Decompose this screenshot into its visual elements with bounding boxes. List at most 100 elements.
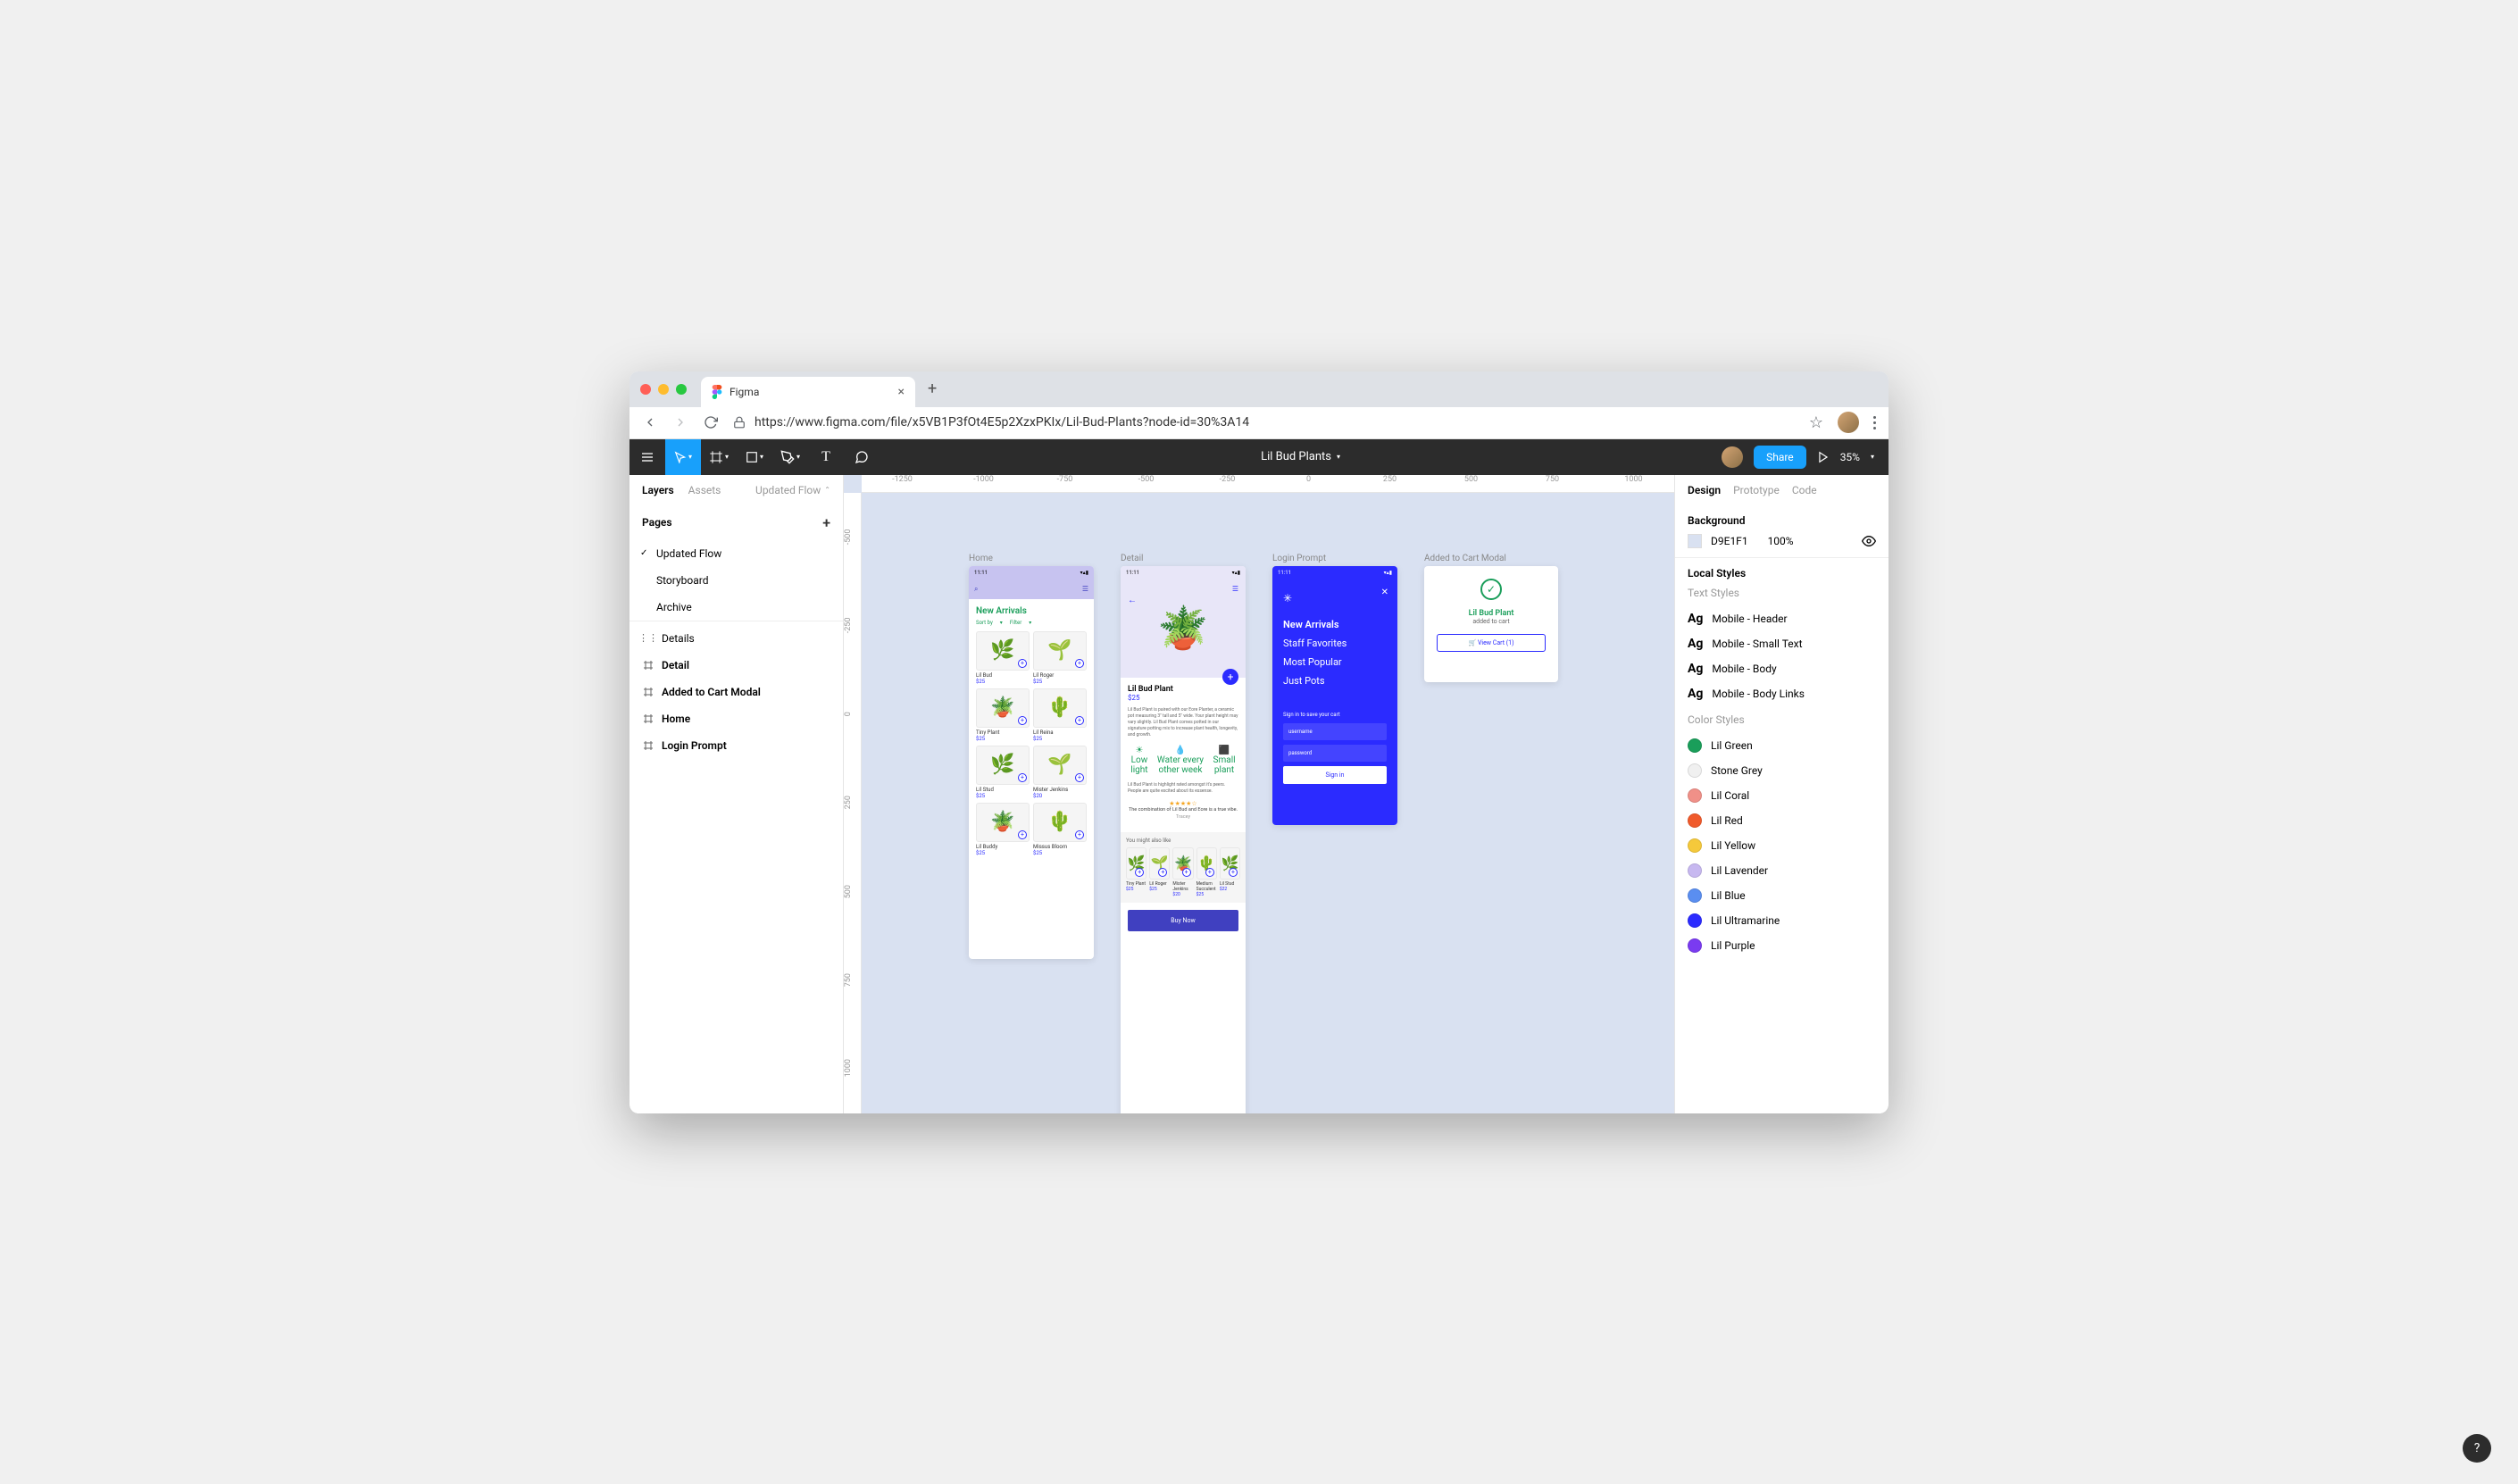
right-panel: Design Prototype Code Background D9E1F1 … (1674, 475, 1888, 1113)
frame-tool[interactable]: ▾ (701, 439, 737, 475)
layer-item[interactable]: Detail (630, 652, 843, 679)
product-card: 🌿+Lil Stud$22 (1220, 847, 1240, 897)
password-input: password (1283, 745, 1387, 762)
share-button[interactable]: Share (1754, 446, 1806, 469)
add-icon: + (1018, 830, 1027, 839)
frame-label[interactable]: Detail (1121, 554, 1143, 563)
assets-tab[interactable]: Assets (688, 484, 721, 496)
frame-icon (642, 686, 655, 698)
comment-tool[interactable] (844, 439, 880, 475)
menu-icon: ☰ (1082, 585, 1088, 594)
color-style-item[interactable]: Lil Green (1688, 733, 1876, 758)
text-tool[interactable]: T (808, 439, 844, 475)
light-icon: ☀ (1128, 746, 1151, 755)
reload-button[interactable] (703, 414, 719, 430)
help-button[interactable]: ? (2463, 1434, 2491, 1463)
plant-image: 🪴 (1157, 604, 1208, 653)
add-page-button[interactable]: + (822, 514, 830, 531)
text-style-item[interactable]: AgMobile - Body Links (1688, 681, 1876, 706)
color-swatch-icon (1688, 938, 1702, 953)
frame-label[interactable]: Added to Cart Modal (1424, 554, 1506, 563)
code-tab[interactable]: Code (1792, 484, 1817, 496)
maximize-window-button[interactable] (676, 384, 687, 395)
page-item[interactable]: Storyboard (630, 567, 843, 594)
add-icon: + (1075, 830, 1084, 839)
figma-logo-icon (712, 385, 722, 399)
frame-modal[interactable]: ✓ Lil Bud Plant added to cart 🛒 View Car… (1424, 566, 1558, 682)
visibility-eye-icon[interactable] (1862, 534, 1876, 548)
page-item[interactable]: Updated Flow (630, 540, 843, 567)
shape-tool[interactable]: ▾ (737, 439, 772, 475)
color-swatch-icon (1688, 813, 1702, 828)
layers-list: ⋮⋮DetailsDetailAdded to Cart ModalHomeLo… (630, 621, 843, 1113)
browser-tab[interactable]: Figma × (701, 377, 915, 407)
color-style-item[interactable]: Lil Yellow (1688, 833, 1876, 858)
color-style-item[interactable]: Lil Lavender (1688, 858, 1876, 883)
frame-icon (642, 713, 655, 725)
text-style-item[interactable]: AgMobile - Body (1688, 656, 1876, 681)
page-item[interactable]: Archive (630, 594, 843, 621)
add-icon: + (1075, 716, 1084, 725)
user-avatar[interactable] (1722, 446, 1743, 468)
figma-app: ▾ ▾ ▾ ▾ T Lil Bud Plants▾ Share 35% ▾ La… (630, 439, 1888, 1113)
layer-item[interactable]: Home (630, 705, 843, 732)
chrome-profile-avatar[interactable] (1838, 412, 1859, 433)
layers-tab[interactable]: Layers (642, 484, 674, 496)
color-style-item[interactable]: Lil Purple (1688, 933, 1876, 958)
frame-label[interactable]: Home (969, 554, 993, 563)
bg-opacity[interactable]: 100% (1768, 535, 1794, 547)
chrome-tabbar: Figma × + (630, 371, 1888, 407)
plant-image: 🌱 (1047, 754, 1071, 776)
design-tab[interactable]: Design (1688, 484, 1721, 496)
color-style-item[interactable]: Stone Grey (1688, 758, 1876, 783)
present-button[interactable] (1817, 451, 1830, 463)
page-selector[interactable]: Updated Flow ⌃ (755, 484, 830, 496)
zoom-level[interactable]: 35% (1840, 451, 1860, 463)
frame-home[interactable]: 11:11▾▴▮ ⌕☰ New Arrivals Sort by ▾ Filte… (969, 566, 1094, 959)
frame-icon (642, 659, 655, 671)
product-card: 🌵+Medium Succulent$25 (1196, 847, 1217, 897)
logo-icon: ✳ (1283, 592, 1387, 604)
add-icon: + (1182, 868, 1191, 877)
layer-item[interactable]: Added to Cart Modal (630, 679, 843, 705)
size-icon: ⬛ (1210, 746, 1238, 755)
frame-login[interactable]: 11:11▾▴▮ ✕ ✳ New ArrivalsStaff Favorites… (1272, 566, 1397, 825)
prototype-tab[interactable]: Prototype (1733, 484, 1780, 496)
close-tab-button[interactable]: × (898, 385, 905, 399)
text-style-item[interactable]: AgMobile - Header (1688, 606, 1876, 631)
back-button[interactable] (642, 414, 658, 430)
bookmark-star-icon[interactable]: ☆ (1809, 413, 1823, 432)
document-title[interactable]: Lil Bud Plants▾ (1261, 450, 1340, 463)
color-style-item[interactable]: Lil Ultramarine (1688, 908, 1876, 933)
frame-detail[interactable]: 11:11▾▴▮ ← ☰ 🪴 + Lil Bud Plant $25 Lil B… (1121, 566, 1246, 1113)
bg-hex[interactable]: D9E1F1 (1711, 535, 1748, 547)
back-arrow-icon: ← (1128, 596, 1137, 605)
product-card: 🪴+Tiny Plant$25 (976, 688, 1030, 742)
add-icon: + (1075, 773, 1084, 782)
minimize-window-button[interactable] (658, 384, 669, 395)
chrome-menu-button[interactable] (1873, 416, 1876, 429)
color-style-item[interactable]: Lil Red (1688, 808, 1876, 833)
window-controls (640, 384, 687, 395)
layer-item[interactable]: ⋮⋮Details (630, 625, 843, 652)
color-style-item[interactable]: Lil Blue (1688, 883, 1876, 908)
new-tab-button[interactable]: + (928, 379, 937, 398)
forward-button[interactable] (672, 414, 688, 430)
url-bar[interactable]: https://www.figma.com/file/x5VB1P3fOt4E5… (733, 413, 1823, 432)
add-icon: + (1018, 716, 1027, 725)
text-style-item[interactable]: AgMobile - Small Text (1688, 631, 1876, 656)
close-window-button[interactable] (640, 384, 651, 395)
plant-image: 🪴 (990, 811, 1014, 833)
pen-tool[interactable]: ▾ (772, 439, 808, 475)
color-style-item[interactable]: Lil Coral (1688, 783, 1876, 808)
frame-label[interactable]: Login Prompt (1272, 554, 1326, 563)
layer-item[interactable]: Login Prompt (630, 732, 843, 759)
move-tool[interactable]: ▾ (665, 439, 701, 475)
main-menu-button[interactable] (630, 439, 665, 475)
canvas[interactable]: -1250-1000-750-500-25002505007501000 -50… (844, 475, 1674, 1113)
bg-swatch[interactable] (1688, 534, 1702, 548)
add-icon: + (1229, 868, 1238, 877)
color-swatch-icon (1688, 738, 1702, 753)
star-rating-icon: ★★★★☆ (1128, 800, 1238, 807)
plant-image: 🌿 (990, 639, 1014, 662)
